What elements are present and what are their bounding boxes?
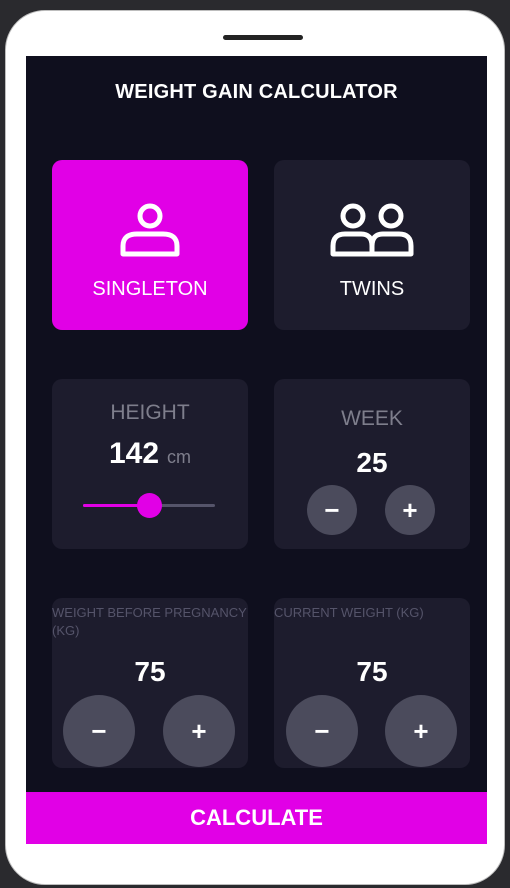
two-persons-icon (330, 203, 414, 257)
weight-before-card: WEIGHT BEFORE PREGNANCY (KG) 75 − + (52, 598, 248, 768)
calculate-button[interactable]: CALCULATE (26, 792, 487, 844)
phone-frame: WEIGHT GAIN CALCULATOR SINGLETON TWINS H… (5, 10, 505, 885)
week-increment-button[interactable]: + (385, 485, 435, 535)
height-number: 142 (108, 437, 160, 470)
week-label: WEEK (341, 407, 403, 430)
person-icon (120, 203, 180, 257)
twins-option[interactable]: TWINS (274, 160, 470, 330)
height-slider-thumb[interactable] (137, 493, 162, 518)
height-label: HEIGHT (110, 401, 190, 424)
singleton-label: SINGLETON (92, 278, 208, 300)
height-value: 142 cm (52, 437, 248, 471)
current-weight-decrement-button[interactable]: − (286, 695, 358, 767)
weight-before-increment-button[interactable]: + (163, 695, 235, 767)
current-weight-value: 75 (356, 656, 388, 687)
page-title: WEIGHT GAIN CALCULATOR (115, 81, 398, 103)
current-weight-label: CURRENT WEIGHT (KG) (274, 605, 424, 620)
current-weight-increment-button[interactable]: + (385, 695, 457, 767)
week-card: WEEK 25 − + (274, 379, 470, 549)
week-decrement-button[interactable]: − (307, 485, 357, 535)
twins-label: TWINS (339, 278, 405, 300)
height-slider[interactable] (83, 493, 215, 518)
current-weight-card: CURRENT WEIGHT (KG) 75 − + (274, 598, 470, 768)
weight-before-label: WEIGHT BEFORE PREGNANCY (KG) (52, 605, 247, 638)
weight-before-decrement-button[interactable]: − (63, 695, 135, 767)
height-unit: cm (167, 447, 192, 467)
week-value: 25 (356, 447, 388, 478)
phone-speaker (223, 35, 303, 40)
singleton-option[interactable]: SINGLETON (52, 160, 248, 330)
height-card: HEIGHT 142 cm (52, 379, 248, 549)
weight-before-value: 75 (134, 656, 166, 687)
app-screen: WEIGHT GAIN CALCULATOR SINGLETON TWINS H… (26, 56, 487, 844)
